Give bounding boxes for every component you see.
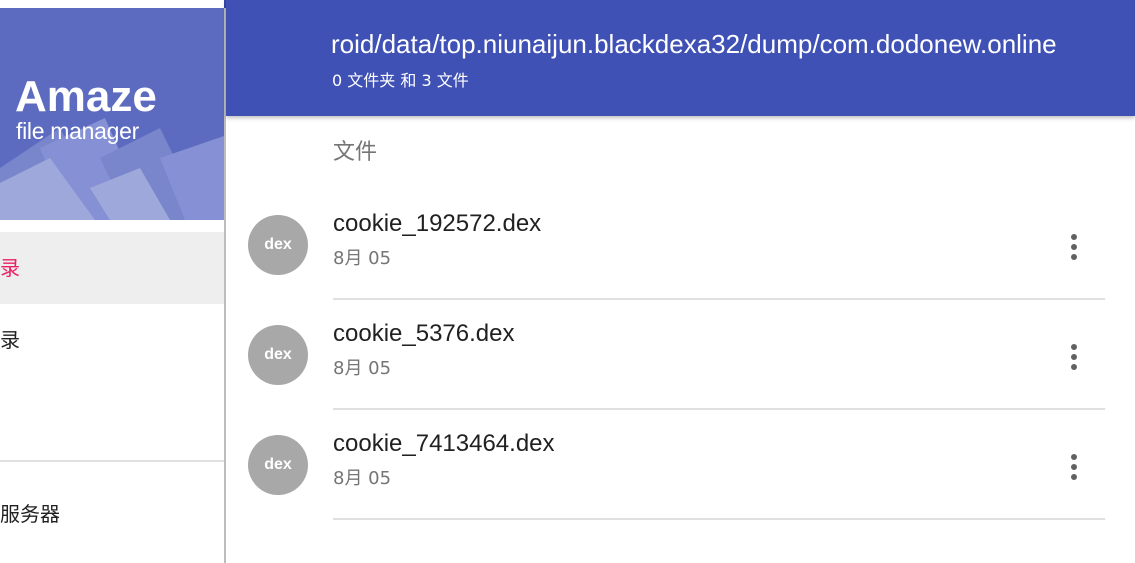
drawer-item-label: 服务器 (0, 502, 60, 526)
drawer-header: Amaze file manager (0, 8, 224, 220)
app-logo-subtitle: file manager (16, 118, 139, 144)
drawer-divider (0, 460, 224, 462)
file-date: 8月 05 (333, 248, 392, 269)
drawer-item-label: 录 (0, 256, 20, 280)
file-list-item[interactable]: dex cookie_192572.dex 8月 05 (226, 190, 1135, 300)
drawer-item-server[interactable]: 服务器 (0, 478, 224, 550)
dex-file-icon: dex (248, 325, 308, 385)
file-list-item[interactable]: dex cookie_7413464.dex 8月 05 (226, 410, 1135, 520)
app-logo-title: Amaze (15, 72, 157, 121)
file-date: 8月 05 (333, 468, 392, 489)
current-path[interactable]: roid/data/top.niunaijun.blackdexa32/dump… (331, 28, 1131, 60)
drawer-item-second[interactable]: 录 (0, 304, 224, 376)
folder-summary: 0 文件夹 和 3 文件 (332, 71, 469, 90)
file-name: cookie_192572.dex (333, 210, 542, 237)
dex-file-icon: dex (248, 435, 308, 495)
more-vert-icon[interactable] (1058, 337, 1090, 377)
app-bar: roid/data/top.niunaijun.blackdexa32/dump… (226, 0, 1135, 116)
file-date: 8月 05 (333, 358, 392, 379)
drawer-item-label: 录 (0, 328, 20, 352)
navigation-drawer: Amaze file manager 录 录 服务器 (0, 0, 224, 563)
more-vert-icon[interactable] (1058, 227, 1090, 267)
file-list-item[interactable]: dex cookie_5376.dex 8月 05 (226, 300, 1135, 410)
file-name: cookie_5376.dex (333, 320, 515, 347)
more-vert-icon[interactable] (1058, 447, 1090, 487)
files-section-header: 文件 (333, 140, 378, 165)
dex-file-icon: dex (248, 215, 308, 275)
drawer-item-active[interactable]: 录 (0, 232, 224, 304)
file-name: cookie_7413464.dex (333, 430, 555, 457)
row-divider (333, 518, 1105, 520)
